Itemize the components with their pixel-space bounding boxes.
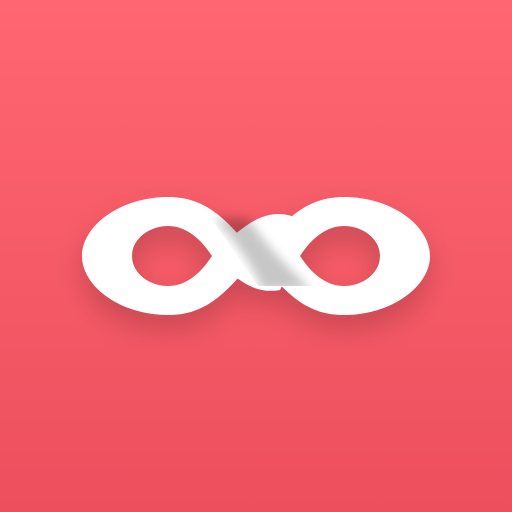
app-icon	[0, 0, 512, 512]
infinity-icon	[82, 197, 430, 315]
